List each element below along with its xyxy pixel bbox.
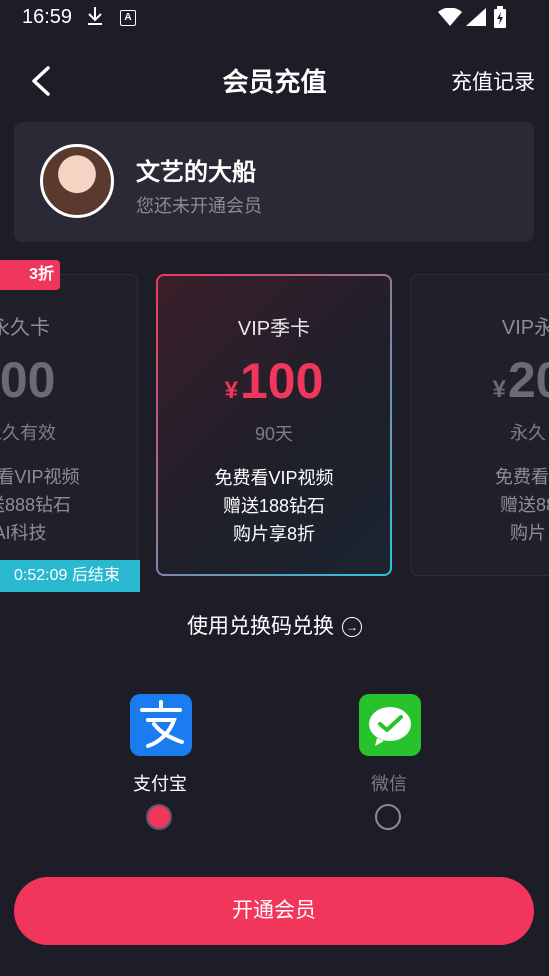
arrow-right-circle-icon: → — [342, 617, 362, 638]
status-bar: 16:59 A — [0, 0, 549, 36]
avatar[interactable] — [40, 144, 114, 218]
wechat-radio[interactable] — [375, 804, 401, 830]
benefit-item: 赠送88 — [499, 495, 549, 515]
status-time: 16:59 — [22, 6, 73, 28]
plan-price: ¥00 — [0, 352, 56, 408]
wechat-pay-icon — [359, 694, 421, 756]
signal-icon — [466, 8, 486, 26]
payment-option-wechat[interactable]: 微信 — [329, 694, 449, 834]
download-icon — [88, 7, 102, 25]
alipay-radio[interactable] — [146, 804, 172, 830]
plan-benefits: 免费看V 赠送88 购片 — [411, 463, 549, 547]
discount-badge: 3折 — [0, 260, 60, 290]
plan-card-quarterly[interactable]: VIP季卡 ¥100 90天 免费看VIP视频 赠送188钻石 购片享8折 — [156, 274, 392, 576]
plan-card-lifetime[interactable]: 永久卡 ¥00 永久有效 免费看VIP视频 赠送888钻石 AI科技 — [0, 274, 138, 576]
plan-name: VIP永 — [501, 317, 549, 339]
plan-card-vip-lifetime[interactable]: VIP永 ¥20 永久 免费看V 赠送88 购片 — [410, 274, 549, 576]
benefit-item: 赠送888钻石 — [0, 495, 72, 515]
username: 文艺的大船 — [136, 159, 256, 186]
plan-price: ¥20 — [492, 352, 549, 408]
plan-benefits: 免费看VIP视频 赠送888钻石 AI科技 — [0, 463, 137, 547]
plan-name: 永久卡 — [0, 317, 50, 339]
payment-option-alipay[interactable]: 支付宝 — [100, 694, 220, 834]
benefit-item: 免费看V — [494, 467, 549, 487]
wifi-icon — [438, 8, 462, 26]
benefit-item: AI科技 — [0, 523, 47, 543]
payment-label: 支付宝 — [133, 774, 187, 794]
plan-benefits: 免费看VIP视频 赠送188钻石 购片享8折 — [158, 464, 390, 548]
plan-duration: 90天 — [254, 424, 294, 444]
plan-price: ¥100 — [224, 353, 324, 409]
profile-card: 文艺的大船 您还未开通会员 — [14, 122, 534, 242]
plan-name: VIP季卡 — [237, 318, 311, 340]
benefit-item: 赠送188钻石 — [222, 496, 326, 516]
plan-duration: 永久 — [510, 423, 546, 443]
benefit-item: 购片 — [510, 523, 546, 543]
plan-duration: 永久有效 — [0, 423, 56, 443]
countdown-timer: 0:52:09 后结束 — [0, 560, 140, 592]
a-icon: A — [120, 10, 136, 26]
battery-icon — [494, 6, 506, 28]
recharge-record-link[interactable]: 充值记录 — [451, 66, 535, 96]
plan-carousel[interactable]: 永久卡 ¥00 永久有效 免费看VIP视频 赠送888钻石 AI科技 3折 0:… — [0, 258, 549, 598]
redeem-label: 使用兑换码兑换 — [187, 615, 334, 638]
benefit-item: 购片享8折 — [232, 524, 315, 544]
membership-status: 您还未开通会员 — [136, 196, 262, 216]
open-membership-button[interactable]: 开通会员 — [14, 877, 534, 945]
benefit-item: 免费看VIP视频 — [214, 468, 334, 488]
benefit-item: 免费看VIP视频 — [0, 467, 80, 487]
redeem-code-link[interactable]: 使用兑换码兑换 → — [0, 610, 549, 640]
payment-label: 微信 — [371, 774, 407, 794]
alipay-icon — [130, 694, 192, 756]
